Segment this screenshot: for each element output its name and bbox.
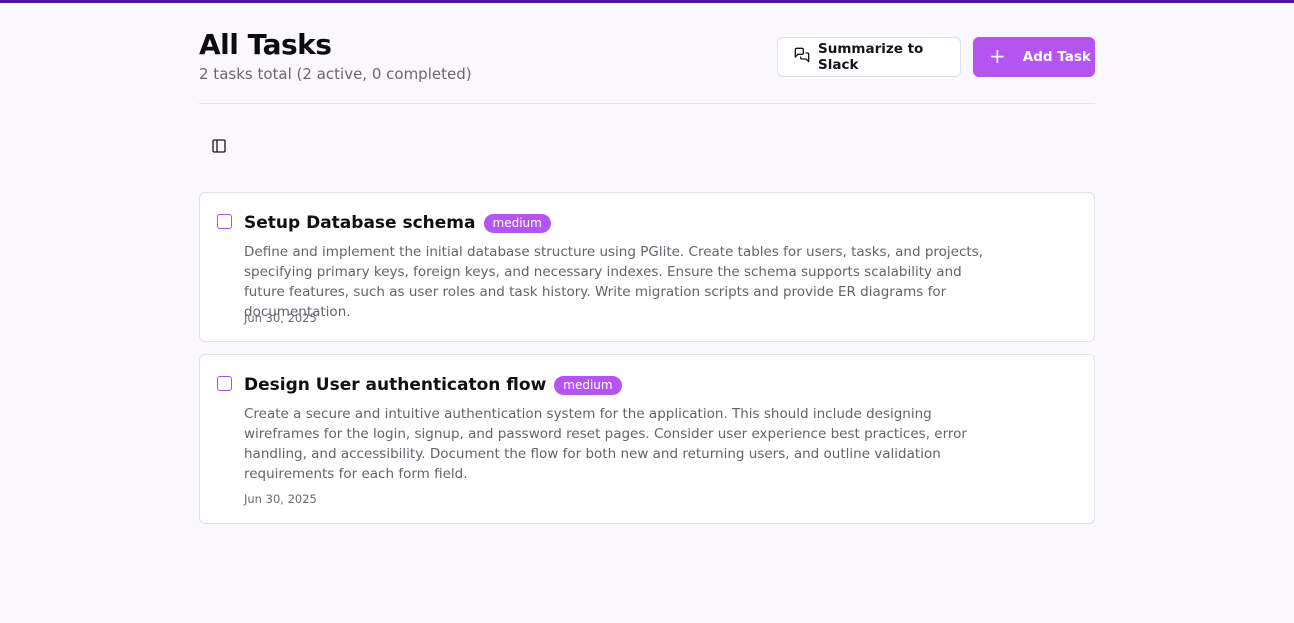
task-date: Jun 30, 2025 — [244, 311, 317, 325]
sidebar-toggle-button[interactable] — [209, 138, 229, 158]
task-card[interactable]: Design User authenticaton flow medium Cr… — [199, 354, 1095, 524]
task-title: Design User authenticaton flow — [244, 375, 547, 395]
plus-icon: + — [989, 44, 1006, 68]
task-date: Jun 30, 2025 — [244, 492, 317, 506]
page-title: All Tasks — [199, 28, 332, 61]
page-header: All Tasks 2 tasks total (2 active, 0 com… — [199, 0, 1095, 104]
priority-badge: medium — [483, 213, 551, 233]
panel-left-icon — [211, 138, 227, 158]
summarize-to-slack-button[interactable]: Summarize to Slack — [777, 37, 961, 77]
task-description: Define and implement the initial databas… — [244, 244, 983, 320]
task-description: Create a secure and intuitive authentica… — [244, 406, 967, 482]
main-content: All Tasks 2 tasks total (2 active, 0 com… — [199, 0, 1095, 524]
summarize-label: Summarize to Slack — [818, 41, 924, 73]
priority-badge: medium — [554, 375, 622, 395]
add-task-button[interactable]: + Add Task — [973, 37, 1095, 77]
add-task-label: Add Task — [1022, 49, 1091, 65]
task-count-summary: 2 tasks total (2 active, 0 completed) — [199, 65, 472, 83]
task-header: Setup Database schema medium — [244, 213, 551, 233]
task-header: Design User authenticaton flow medium — [244, 375, 622, 395]
task-checkbox[interactable] — [217, 214, 232, 229]
task-checkbox[interactable] — [217, 376, 232, 391]
task-card[interactable]: Setup Database schema medium Define and … — [199, 192, 1095, 342]
message-square-icon — [794, 47, 818, 67]
task-title: Setup Database schema — [244, 213, 476, 233]
